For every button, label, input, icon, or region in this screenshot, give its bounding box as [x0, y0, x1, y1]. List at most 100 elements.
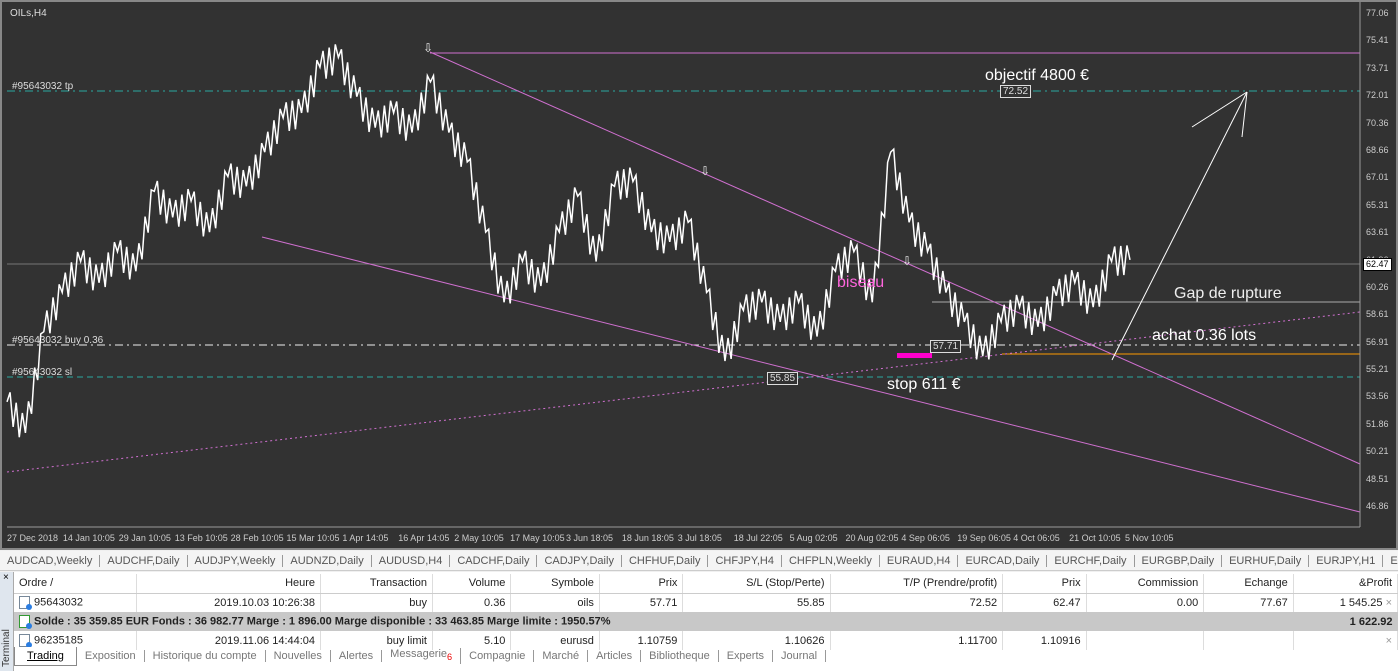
table-cell: oils — [510, 593, 600, 612]
symbol-tab[interactable]: AUDCAD,Weekly — [0, 554, 101, 567]
table-row[interactable]: 95643032 2019.10.03 10:26:38 buy 0.36 oils 57… — [14, 593, 1398, 612]
objective-text: objectif 4800 € — [985, 67, 1090, 84]
summary-text: Solde : 35 359.85 EUR Fonds : 36 982.77 … — [34, 615, 611, 628]
chart-drawing: ⇩ ⇩ ⇩ — [6, 2, 1361, 528]
price-tick: 65.31 — [1366, 199, 1389, 210]
tp-price-box: 72.52 — [1000, 85, 1032, 98]
date-tick: 14 Jan 10:05 — [62, 533, 115, 543]
price-tick: 77.06 — [1366, 8, 1389, 18]
date-tick: 21 Oct 10:05 — [1069, 533, 1121, 543]
achat-text: achat 0.36 lots — [1152, 327, 1257, 344]
date-tick: 2 May 10:05 — [454, 533, 504, 543]
arrow-down-icon: ⇩ — [423, 41, 433, 55]
symbol-tab[interactable]: EURJPY,H1 — [1309, 554, 1384, 567]
terminal-tab[interactable]: Alertes — [331, 650, 383, 662]
terminal-tab[interactable]: Messagerie6 — [382, 648, 462, 664]
column-header[interactable]: Symbole — [510, 574, 600, 594]
table-cell: 1.10916 — [1002, 631, 1087, 650]
symbol-tab[interactable]: CHFHUF,Daily — [622, 554, 709, 567]
column-header[interactable]: Prix — [1002, 574, 1087, 594]
terminal-tab[interactable]: Nouvelles — [266, 650, 331, 662]
table-cell — [1203, 631, 1294, 650]
date-tick: 3 Jul 18:05 — [677, 533, 722, 543]
column-header[interactable]: S/L (Stop/Perte) — [682, 574, 831, 594]
date-tick: 3 Jun 18:05 — [566, 533, 614, 543]
date-tick: 28 Feb 10:05 — [230, 533, 284, 543]
terminal-tab[interactable]: Experts — [719, 650, 773, 662]
table-cell: buy — [320, 593, 433, 612]
terminal-panel: × Terminal Ordre / Heure Transaction Volume… — [0, 572, 1398, 671]
price-series — [6, 44, 1131, 438]
table-cell — [1086, 631, 1205, 650]
symbol-tab[interactable]: CHFJPY,H4 — [708, 554, 782, 567]
column-header[interactable]: Ordre / — [14, 574, 137, 594]
gap-text: Gap de rupture — [1174, 285, 1282, 302]
symbol-tab[interactable]: EURAUD,H4 — [880, 554, 959, 567]
terminal-tab[interactable]: Marché — [534, 650, 589, 662]
date-tick: 27 Dec 2018 — [7, 533, 59, 543]
symbol-tab[interactable]: CADCHF,Daily — [450, 554, 538, 567]
symbol-tab[interactable]: AUDNZD,Daily — [283, 554, 372, 567]
date-tick: 15 Mar 10:05 — [286, 533, 340, 543]
table-cell: 1.11700 — [830, 631, 1004, 650]
date-tick: 5 Aug 02:05 — [789, 533, 838, 543]
price-tick: 55.21 — [1366, 364, 1389, 375]
symbol-tab[interactable]: AUDUSD,H4 — [372, 554, 451, 567]
close-order-icon[interactable]: × — [1383, 597, 1392, 609]
close-order-icon[interactable]: × — [1386, 635, 1392, 647]
buy-label: #95643032 buy 0.36 — [12, 335, 104, 346]
column-header[interactable]: Volume — [432, 574, 512, 594]
terminal-tab[interactable]: Journal — [773, 650, 827, 662]
column-header[interactable]: Heure — [136, 574, 322, 594]
price-tick: 51.86 — [1366, 418, 1389, 429]
sl-label: #95643032 sl — [12, 367, 73, 378]
terminal-sidebar: × Terminal — [0, 572, 14, 671]
terminal-tab[interactable]: Historique du compte — [145, 650, 266, 662]
summary-profit: 1 622.92 — [1293, 612, 1398, 631]
terminal-tabs: Trading Exposition Historique du compte Nou… — [14, 646, 827, 666]
sl-price-box: 55.85 — [767, 372, 799, 385]
symbol-tab[interactable]: CHFPLN,Weekly — [782, 554, 880, 567]
column-header[interactable]: &Profit — [1293, 574, 1398, 594]
terminal-tab[interactable]: Exposition — [77, 650, 145, 662]
target-arrow — [1111, 91, 1248, 361]
date-tick: 4 Oct 06:05 — [1013, 533, 1060, 543]
price-chart[interactable]: ⇩ ⇩ ⇩ OILs,H4 #95643032 tp #95643032 buy… — [0, 0, 1398, 550]
stop-text: stop 611 € — [887, 376, 961, 393]
close-icon[interactable]: × — [3, 572, 9, 583]
price-tick: 48.51 — [1366, 473, 1389, 484]
terminal-tab[interactable]: Bibliotheque — [641, 650, 719, 662]
summary-row: Solde : 35 359.85 EUR Fonds : 36 982.77 … — [14, 612, 1398, 631]
table-cell: 95643032 — [14, 593, 137, 612]
balance-icon — [19, 615, 32, 629]
message-badge: 6 — [447, 652, 453, 663]
wedge-lower-line — [261, 236, 1361, 513]
column-header[interactable]: Echange — [1203, 574, 1294, 594]
wedge-upper-line — [429, 51, 1361, 465]
column-header[interactable]: Transaction — [320, 574, 433, 594]
column-header[interactable]: Commission — [1086, 574, 1205, 594]
symbol-tabs: AUDCAD,Weekly AUDCHF,Daily AUDJPY,Weekly AU… — [0, 551, 1398, 571]
table-cell: 55.85 — [682, 593, 831, 612]
column-header[interactable]: T/P (Prendre/profit) — [830, 574, 1004, 594]
price-tick: 58.61 — [1366, 309, 1389, 320]
date-tick: 1 Apr 14:05 — [342, 533, 389, 543]
date-tick: 18 Jul 22:05 — [733, 533, 783, 543]
symbol-tab[interactable]: EURGBP,Daily — [1135, 554, 1223, 567]
terminal-tab[interactable]: Trading — [14, 646, 77, 666]
terminal-tab[interactable]: Compagnie — [461, 650, 535, 662]
symbol-tab[interactable]: EURCHF,Daily — [1047, 554, 1135, 567]
price-tick: 68.66 — [1366, 144, 1389, 155]
symbol-tab[interactable]: EURCAD,Daily — [958, 554, 1048, 567]
symbol-tab[interactable]: CADJPY,Daily — [537, 554, 622, 567]
terminal-tab[interactable]: Articles — [588, 650, 642, 662]
date-tick: 19 Sep 06:05 — [957, 533, 1011, 543]
symbol-tab[interactable]: EURHUF,Daily — [1222, 554, 1310, 567]
symbol-tab[interactable]: AUDJPY,Weekly — [188, 554, 284, 567]
symbol-tab[interactable]: EUI — [1383, 555, 1398, 567]
column-header[interactable]: Prix — [599, 574, 684, 594]
tp-label: #95643032 tp — [12, 81, 74, 92]
symbol-tab[interactable]: AUDCHF,Daily — [100, 554, 188, 567]
table-cell: 62.47 — [1002, 593, 1087, 612]
table-cell: 72.52 — [830, 593, 1004, 612]
